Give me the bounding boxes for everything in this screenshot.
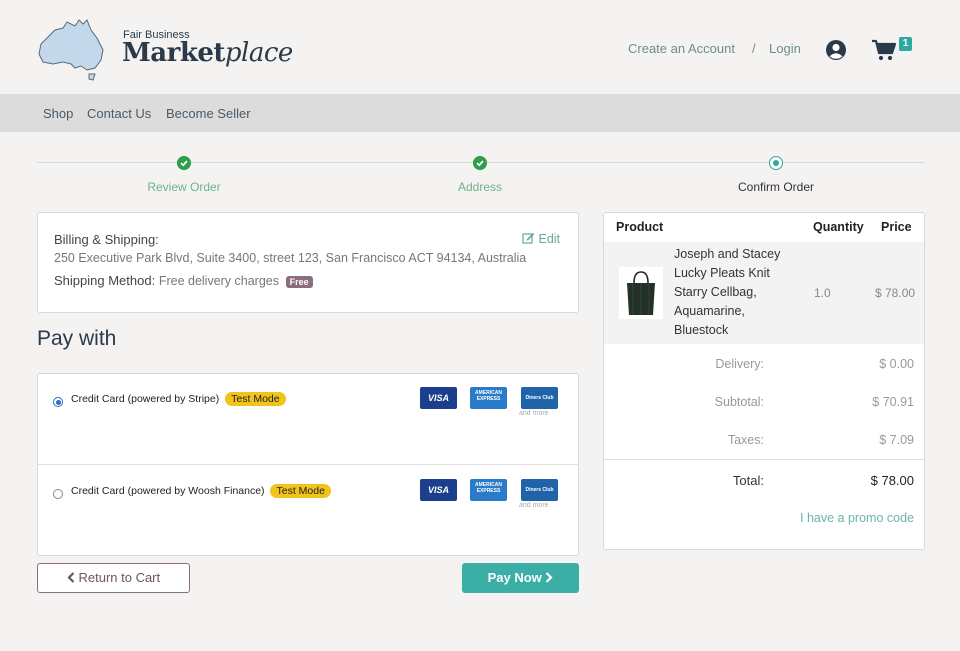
order-summary-card: Product Quantity Price Joseph and Stacey…: [603, 212, 925, 550]
return-to-cart-button[interactable]: Return to Cart: [37, 563, 190, 593]
nav-item-shop[interactable]: Shop: [43, 106, 73, 121]
product-name[interactable]: Joseph and Stacey Lucky Pleats Knit Star…: [674, 245, 802, 340]
billing-address: 250 Executive Park Blvd, Suite 3400, str…: [54, 251, 527, 265]
header: Fair Business Marketplace Create an Acco…: [0, 0, 960, 94]
payment-label-stripe: Credit Card (powered by Stripe): [71, 393, 220, 405]
free-badge: Free: [285, 275, 313, 288]
step-current-icon: [769, 156, 783, 170]
header-separator: /: [752, 41, 756, 56]
order-item-row: Joseph and Stacey Lucky Pleats Knit Star…: [604, 242, 924, 344]
step-address[interactable]: Address: [400, 180, 560, 194]
step-done-check-icon: [473, 156, 487, 170]
create-account-link[interactable]: Create an Account: [628, 41, 735, 56]
logo-market-text: Market: [122, 38, 225, 68]
chevron-right-icon: [546, 572, 553, 583]
and-more-text: and more: [519, 410, 549, 417]
and-more-text: and more: [519, 502, 549, 509]
taxes-label: Taxes:: [727, 433, 764, 447]
edit-address-button[interactable]: Edit: [522, 232, 560, 246]
pay-now-label: Pay Now: [487, 570, 542, 585]
diners-club-card-icon: Diners Club: [521, 387, 558, 409]
visa-card-icon: VISA: [420, 479, 457, 501]
shipping-method-row: Shipping Method: Free delivery charges F…: [54, 273, 313, 288]
step-review-order[interactable]: Review Order: [104, 180, 264, 194]
step-confirm-order: Confirm Order: [737, 180, 814, 194]
return-to-cart-label: Return to Cart: [78, 570, 161, 585]
product-quantity: 1.0: [814, 286, 831, 300]
total-label: Total:: [732, 473, 764, 488]
visa-card-icon: VISA: [420, 387, 457, 409]
billing-label: Billing & Shipping:: [54, 232, 159, 247]
payment-radio-woosh[interactable]: [53, 489, 63, 499]
delivery-value: $ 0.00: [879, 357, 914, 371]
amex-card-icon: AMERICAN EXPRESS: [470, 479, 507, 501]
payment-label-row: Credit Card (powered by Stripe) Test Mod…: [71, 392, 286, 406]
nav-item-contact-us[interactable]: Contact Us: [87, 106, 151, 121]
amex-card-icon: AMERICAN EXPRESS: [470, 387, 507, 409]
shipping-method-label: Shipping Method:: [54, 273, 156, 288]
australia-map-logo: [38, 19, 104, 81]
payment-divider: [38, 464, 578, 465]
col-header-product: Product: [616, 220, 664, 234]
edit-icon: [522, 233, 535, 244]
subtotal-label: Subtotal:: [714, 395, 764, 409]
chevron-left-icon: [67, 572, 75, 583]
col-header-price: Price: [881, 220, 912, 234]
payment-label-woosh: Credit Card (powered by Woosh Finance): [71, 485, 265, 497]
nav-item-become-seller[interactable]: Become Seller: [166, 106, 251, 121]
billing-shipping-card: Billing & Shipping: 250 Executive Park B…: [37, 212, 579, 313]
product-price: $ 78.00: [875, 286, 916, 300]
pay-now-button[interactable]: Pay Now: [462, 563, 579, 593]
step-done-check-icon: [177, 156, 191, 170]
total-value: $ 78.00: [870, 473, 914, 488]
main-nav: Shop Contact Us Become Seller: [0, 94, 960, 132]
logo-place-text: place: [224, 38, 293, 68]
test-mode-badge: Test Mode: [225, 392, 286, 406]
total-divider: [604, 459, 924, 460]
col-header-quantity: Quantity: [813, 220, 864, 234]
shopping-cart-icon[interactable]: [871, 38, 897, 62]
pay-with-heading: Pay with: [37, 327, 117, 350]
payment-radio-stripe[interactable]: [53, 397, 63, 407]
cart-count-badge: 1: [899, 37, 912, 51]
diners-club-card-icon: Diners Club: [521, 479, 558, 501]
payment-methods-card: Credit Card (powered by Stripe) Test Mod…: [37, 373, 579, 556]
payment-label-row: Credit Card (powered by Woosh Finance) T…: [71, 484, 331, 498]
taxes-value: $ 7.09: [879, 433, 914, 447]
product-thumbnail[interactable]: [619, 267, 663, 319]
test-mode-badge: Test Mode: [270, 484, 331, 498]
delivery-label: Delivery:: [715, 357, 764, 371]
shipping-method-value: Free delivery charges: [158, 274, 280, 288]
edit-label: Edit: [538, 232, 561, 246]
user-account-icon[interactable]: [825, 39, 847, 61]
subtotal-value: $ 70.91: [872, 395, 914, 409]
login-link[interactable]: Login: [769, 41, 801, 56]
logo-wordmark[interactable]: Marketplace: [122, 38, 293, 68]
promo-code-link[interactable]: I have a promo code: [754, 511, 914, 525]
